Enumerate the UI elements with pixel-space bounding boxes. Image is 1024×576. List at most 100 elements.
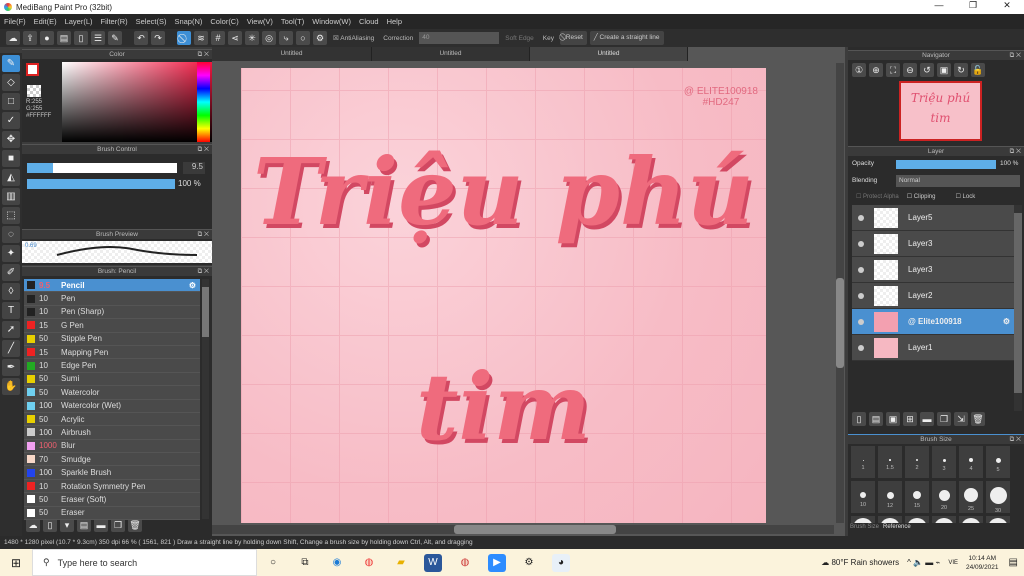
visibility-icon[interactable]: [858, 318, 864, 325]
tab-untitled-2[interactable]: Untitled: [372, 47, 530, 61]
fill-rect-icon[interactable]: ■: [2, 150, 20, 167]
language-indicator[interactable]: VIE: [948, 560, 958, 566]
tab-untitled-3[interactable]: Untitled: [530, 47, 688, 61]
divide-tool-icon[interactable]: ╱: [2, 340, 20, 357]
menu-item[interactable]: Edit(E): [34, 17, 57, 26]
list-icon[interactable]: ☰: [91, 31, 105, 45]
brush-item[interactable]: 10 Edge Pen: [24, 359, 200, 373]
weather-widget[interactable]: ☁ 80°F Rain showers: [821, 558, 899, 567]
gradient-icon[interactable]: ▥: [2, 188, 20, 205]
bucket-icon[interactable]: ◭: [2, 169, 20, 186]
maximize-button[interactable]: ❐: [956, 0, 990, 11]
brush-item[interactable]: 10 Pen (Sharp): [24, 305, 200, 320]
brush-size-cell[interactable]: 25: [958, 480, 984, 514]
menu-item[interactable]: File(F): [4, 17, 26, 26]
folder-layer-icon[interactable]: ▬: [920, 412, 934, 426]
perspective-snap-icon[interactable]: ⋖: [228, 31, 242, 45]
duplicate-layer-icon[interactable]: ❐: [937, 412, 951, 426]
visibility-icon[interactable]: [858, 240, 864, 247]
layer-opacity-slider[interactable]: [896, 160, 996, 169]
cloud-icon[interactable]: ☁: [6, 31, 20, 45]
brush-size-cell[interactable]: [985, 515, 1011, 523]
share-icon[interactable]: ⇪: [23, 31, 37, 45]
taskbar-search[interactable]: ⚲ Type here to search: [32, 549, 257, 576]
rotate-right-icon[interactable]: ↻: [954, 63, 968, 77]
brush-size-cell[interactable]: 5: [985, 445, 1011, 479]
vertical-scrollbar[interactable]: [836, 63, 844, 523]
gear-icon[interactable]: ⚙: [1003, 317, 1010, 326]
brush-item[interactable]: 15 Mapping Pen: [24, 345, 200, 360]
foreground-color-swatch[interactable]: [26, 63, 39, 76]
soft-edge-label[interactable]: Soft Edge: [502, 35, 537, 42]
windows-start-icon[interactable]: ⊞: [7, 554, 25, 572]
file-explorer-icon[interactable]: ▰: [392, 554, 410, 572]
move-tool-icon[interactable]: ✥: [2, 131, 20, 148]
close-button[interactable]: ✕: [990, 0, 1024, 11]
brush-item[interactable]: 1000 Blur: [24, 439, 200, 454]
brush-size-cell[interactable]: 12: [877, 480, 903, 514]
operation-tool-icon[interactable]: ➚: [2, 321, 20, 338]
cloud-brush-icon[interactable]: ☁: [26, 518, 40, 532]
brush-size-slider[interactable]: [27, 163, 177, 173]
magic-wand-icon[interactable]: ✦: [2, 245, 20, 262]
brush-item[interactable]: 100 Sparkle Brush: [24, 466, 200, 480]
layer-row[interactable]: Layer5: [852, 205, 1014, 231]
dot-tool-icon[interactable]: □: [2, 93, 20, 110]
edit-icon[interactable]: ✎: [108, 31, 122, 45]
brush-item[interactable]: 50 Eraser: [24, 506, 200, 521]
menu-item[interactable]: Tool(T): [281, 17, 304, 26]
layer-row[interactable]: @ Elite100918 ⚙: [852, 309, 1014, 335]
visibility-icon[interactable]: [858, 214, 864, 221]
menu-item[interactable]: Window(W): [312, 17, 351, 26]
page-icon[interactable]: ▤: [57, 31, 71, 45]
lock-checkbox[interactable]: ☐ Lock: [955, 193, 975, 200]
horizontal-scrollbar[interactable]: [212, 525, 834, 534]
tab-untitled-1[interactable]: Untitled: [212, 47, 372, 61]
edge-icon[interactable]: ◉: [328, 554, 346, 572]
settings-icon[interactable]: ⚙: [520, 554, 538, 572]
brush-item[interactable]: 50 Stipple Pen: [24, 332, 200, 346]
medibang-taskbar-icon[interactable]: ◕: [552, 553, 570, 572]
tab-reference[interactable]: Reference: [883, 524, 911, 530]
hue-slider[interactable]: [197, 62, 210, 142]
system-tray-icons[interactable]: ^ 🔈 ▬ ⌁: [907, 558, 940, 567]
clipping-checkbox[interactable]: ☐ Clipping: [907, 193, 936, 200]
cortana-icon[interactable]: ○: [264, 554, 282, 572]
antialiasing-checkbox[interactable]: ☒ AntiAliasing: [330, 34, 377, 42]
tab-brush-size[interactable]: Brush Size: [850, 524, 879, 530]
folder-icon[interactable]: ▬: [94, 518, 108, 532]
duplicate-icon[interactable]: ❐: [111, 518, 125, 532]
delete-layer-icon[interactable]: 🗑: [971, 412, 985, 426]
brush-list-scrollbar[interactable]: [202, 279, 209, 519]
brush-size-cell[interactable]: [958, 515, 984, 523]
delete-brush-icon[interactable]: 🗑: [128, 518, 142, 532]
redo-icon[interactable]: ↷: [151, 31, 165, 45]
undo-icon[interactable]: ↶: [134, 31, 148, 45]
snap-settings-icon[interactable]: ⚙: [313, 31, 327, 45]
new-brush-icon[interactable]: ▯: [43, 518, 57, 532]
brush-size-cell[interactable]: [877, 515, 903, 523]
visibility-icon[interactable]: [858, 344, 864, 351]
zoom-out-icon[interactable]: ⊖: [903, 63, 917, 77]
word-icon[interactable]: W: [424, 553, 442, 572]
gear-icon[interactable]: ⚙: [189, 281, 196, 290]
visibility-icon[interactable]: [858, 292, 864, 299]
brush-item[interactable]: 10 Pen: [24, 292, 200, 306]
brush-item[interactable]: 10 Rotation Symmetry Pen: [24, 479, 200, 494]
reset-button[interactable]: ⃠ Reset: [560, 31, 587, 45]
notification-icon[interactable]: ▤: [1009, 557, 1018, 568]
eraser-tool-icon[interactable]: ◇: [2, 74, 20, 91]
zoom-in-icon[interactable]: ⊕: [869, 63, 883, 77]
menu-item[interactable]: Layer(L): [65, 17, 93, 26]
brush-item[interactable]: 9.5 Pencil ⚙: [24, 279, 200, 293]
brush-size-cell[interactable]: 2: [904, 445, 930, 479]
brush-size-cell[interactable]: [904, 515, 930, 523]
lasso-icon[interactable]: ◌: [2, 226, 20, 243]
brush-size-cell[interactable]: 30: [985, 480, 1011, 514]
straight-line-button[interactable]: ╱ Create a straight line: [589, 31, 664, 45]
brush-item[interactable]: 70 Smudge: [24, 453, 200, 467]
snap-off-icon[interactable]: ⃠: [177, 31, 191, 45]
blending-select[interactable]: Normal: [896, 175, 1020, 187]
protect-alpha-checkbox[interactable]: ☐ Protect Alpha: [856, 193, 899, 200]
task-view-icon[interactable]: ⧉: [296, 554, 314, 572]
